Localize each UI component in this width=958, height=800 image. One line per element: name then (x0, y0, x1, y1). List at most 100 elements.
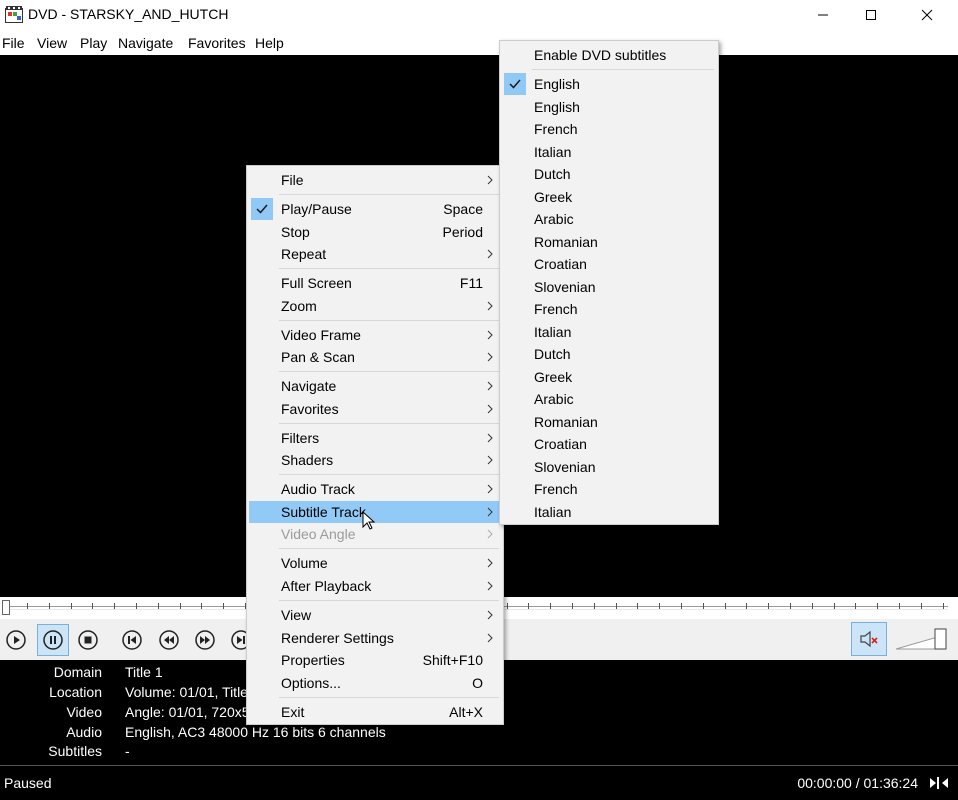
menu-item-shortcut: Period (442, 224, 483, 240)
seek-tick (877, 603, 878, 609)
subtitle-track-item[interactable]: French (502, 478, 716, 500)
fast-forward-button[interactable] (189, 624, 221, 656)
menu-item-label: Filters (281, 430, 320, 446)
subtitle-track-item[interactable]: Slovenian (502, 276, 716, 298)
menu-item-options[interactable]: Options... O (249, 672, 501, 694)
menu-item-label: File (281, 172, 304, 188)
menu-play[interactable]: Play (80, 35, 107, 51)
seek-tick (92, 603, 93, 609)
menu-item-shortcut: O (472, 675, 483, 691)
subtitle-track-item[interactable]: Greek (502, 366, 716, 388)
status-bar: Paused 00:00:00 / 01:36:24 (0, 765, 958, 800)
menu-file[interactable]: File (2, 35, 25, 51)
menu-item-stop[interactable]: Stop Period (249, 221, 501, 243)
menu-item-label: Video Angle (281, 526, 356, 542)
subtitle-track-item[interactable]: French (502, 298, 716, 320)
menu-help[interactable]: Help (255, 35, 284, 51)
menu-item-filters[interactable]: Filters (249, 427, 501, 449)
menu-separator (279, 697, 499, 698)
pause-button[interactable] (37, 624, 69, 656)
subtitle-track-label: Italian (534, 323, 572, 340)
menu-item-volume[interactable]: Volume (249, 552, 501, 574)
subtitle-track-label: Slovenian (534, 458, 596, 475)
seek-tick (637, 603, 638, 609)
menu-item-properties[interactable]: Properties Shift+F10 (249, 649, 501, 671)
subtitle-track-item[interactable]: Italian (502, 501, 716, 523)
menu-item-repeat[interactable]: Repeat (249, 243, 501, 265)
seek-tick (725, 603, 726, 609)
menu-item-after-playback[interactable]: After Playback (249, 575, 501, 597)
menu-item-play-pause[interactable]: Play/Pause Space (249, 198, 501, 220)
menu-view[interactable]: View (37, 35, 67, 51)
seek-tick (528, 603, 529, 609)
menu-navigate[interactable]: Navigate (118, 35, 173, 51)
close-button[interactable] (904, 0, 950, 30)
menu-item-label: Enable DVD subtitles (534, 47, 667, 63)
menu-item-file[interactable]: File (249, 169, 501, 191)
playback-mode-icon (930, 777, 948, 789)
maximize-button[interactable] (848, 0, 894, 30)
subtitle-track-item[interactable]: Romanian (502, 231, 716, 253)
seek-tick (768, 603, 769, 609)
minimize-button[interactable] (800, 0, 846, 30)
chevron-right-icon (487, 433, 493, 443)
menu-item-label: Shaders (281, 452, 334, 468)
seek-tick (681, 603, 682, 609)
menu-item-shortcut: Shift+F10 (422, 652, 483, 668)
subtitle-track-item[interactable]: Arabic (502, 208, 716, 230)
subtitle-track-item[interactable]: Romanian (502, 411, 716, 433)
subtitle-track-item[interactable]: Dutch (502, 343, 716, 365)
play-button[interactable] (0, 624, 32, 656)
menu-item-label: Full Screen (281, 275, 352, 291)
chevron-right-icon (487, 330, 493, 340)
stop-button[interactable] (72, 624, 104, 656)
subtitle-track-item[interactable]: Croatian (502, 433, 716, 455)
menu-item-exit[interactable]: Exit Alt+X (249, 701, 501, 723)
seek-thumb[interactable] (2, 600, 10, 615)
menu-favorites[interactable]: Favorites (188, 35, 246, 51)
volume-slider[interactable] (896, 627, 948, 651)
subtitle-track-item[interactable]: French (502, 118, 716, 140)
menu-item-label: Favorites (281, 401, 339, 417)
menu-item-full-screen[interactable]: Full Screen F11 (249, 272, 501, 294)
maximize-icon (866, 10, 876, 20)
menu-item-pan-scan[interactable]: Pan & Scan (249, 346, 501, 368)
seek-tick (507, 603, 508, 609)
info-label: Domain (53, 664, 102, 680)
seek-tick (158, 603, 159, 609)
subtitle-track-item[interactable]: English (502, 96, 716, 118)
menu-item-navigate[interactable]: Navigate (249, 375, 501, 397)
subtitle-track-item[interactable]: Greek (502, 186, 716, 208)
subtitle-track-item[interactable]: English (502, 73, 716, 95)
menu-item-shortcut: F11 (459, 275, 483, 291)
menu-item-shaders[interactable]: Shaders (249, 449, 501, 471)
menu-item-label: Volume (281, 555, 328, 571)
seek-tick (550, 603, 551, 609)
checkmark-icon (504, 73, 526, 95)
subtitle-track-item[interactable]: Arabic (502, 388, 716, 410)
menu-item-audio-track[interactable]: Audio Track (249, 478, 501, 500)
menu-item-renderer-settings[interactable]: Renderer Settings (249, 627, 501, 649)
subtitle-track-item[interactable]: Dutch (502, 163, 716, 185)
seek-tick (594, 603, 595, 609)
subtitle-track-item[interactable]: Italian (502, 141, 716, 163)
menu-item-favorites[interactable]: Favorites (249, 398, 501, 420)
menu-item-video-frame[interactable]: Video Frame (249, 324, 501, 346)
skip-back-button[interactable] (116, 624, 148, 656)
subtitle-track-item[interactable]: Italian (502, 321, 716, 343)
menu-item-view[interactable]: View (249, 604, 501, 626)
menu-item-zoom[interactable]: Zoom (249, 295, 501, 317)
subtitle-track-item[interactable]: Croatian (502, 253, 716, 275)
menu-item-enable-subtitles[interactable]: Enable DVD subtitles (502, 44, 716, 66)
chevron-right-icon (487, 455, 493, 465)
seek-tick (201, 603, 202, 609)
seek-tick (659, 603, 660, 609)
seek-tick (27, 603, 28, 609)
rewind-button[interactable] (153, 624, 185, 656)
subtitle-track-label: Slovenian (534, 278, 596, 295)
subtitle-track-item[interactable]: Slovenian (502, 456, 716, 478)
info-label: Location (49, 684, 102, 700)
rewind-icon (159, 630, 179, 650)
mute-button[interactable] (851, 622, 887, 656)
chevron-right-icon (487, 249, 493, 259)
